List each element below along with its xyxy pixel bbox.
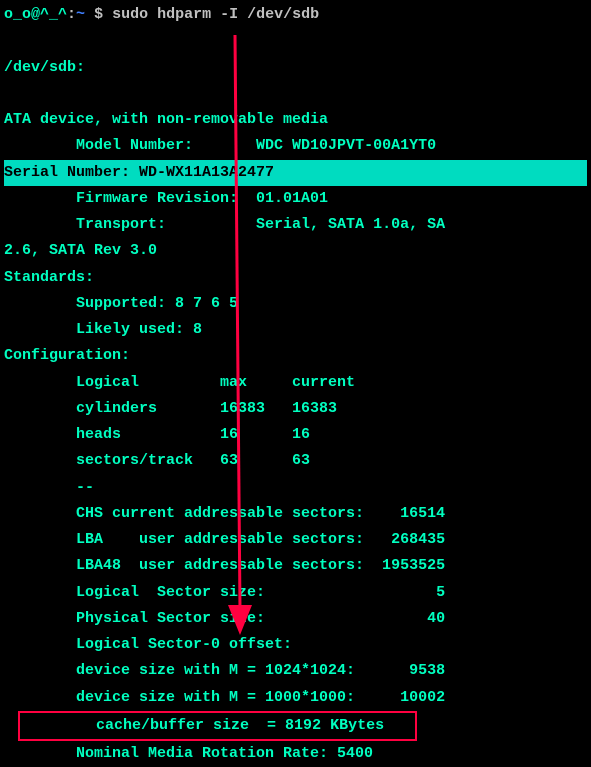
rotation-line: Nominal Media Rotation Rate: 5400 <box>4 741 587 767</box>
device-path: /dev/sdb: <box>4 55 587 81</box>
terminal-prompt-line: o_o@^_^:~ $ sudo hdparm -I /dev/sdb <box>4 2 587 28</box>
command-text: sudo hdparm -I /dev/sdb <box>112 6 319 23</box>
supported-line: Supported: 8 7 6 5 <box>4 291 587 317</box>
separator: : <box>67 6 76 23</box>
model-line: Model Number: WDC WD10JPVT-00A1YT0 <box>4 133 587 159</box>
firmware-line: Firmware Revision: 01.01A01 <box>4 186 587 212</box>
blank-line <box>4 81 587 107</box>
lba-line: LBA user addressable sectors: 268435 <box>4 527 587 553</box>
cwd-path: ~ <box>76 6 85 23</box>
likely-line: Likely used: 8 <box>4 317 587 343</box>
serial-number-highlighted: Serial Number: WD-WX11A13A2477 <box>4 160 587 186</box>
user-host: o_o@^_^ <box>4 6 67 23</box>
cache-buffer-box: cache/buffer size = 8192 KBytes <box>18 711 417 741</box>
sectors-track-line: sectors/track 63 63 <box>4 448 587 474</box>
standards-header: Standards: <box>4 265 587 291</box>
cylinders-line: cylinders 16383 16383 <box>4 396 587 422</box>
cache-buffer-line: cache/buffer size = 8192 KBytes <box>4 711 587 741</box>
prompt-marker: $ <box>85 6 112 23</box>
lba48-line: LBA48 user addressable sectors: 1953525 <box>4 553 587 579</box>
device-type: ATA device, with non-removable media <box>4 107 587 133</box>
heads-line: heads 16 16 <box>4 422 587 448</box>
logical-header: Logical max current <box>4 370 587 396</box>
chs-line: CHS current addressable sectors: 16514 <box>4 501 587 527</box>
blank-line <box>4 28 587 54</box>
device-size-1024-line: device size with M = 1024*1024: 9538 <box>4 658 587 684</box>
logical-offset-line: Logical Sector-0 offset: <box>4 632 587 658</box>
dashes-line: -- <box>4 475 587 501</box>
config-header: Configuration: <box>4 343 587 369</box>
physical-sector-line: Physical Sector size: 40 <box>4 606 587 632</box>
transport-line: Transport: Serial, SATA 1.0a, SA <box>4 212 587 238</box>
transport-cont: 2.6, SATA Rev 3.0 <box>4 238 587 264</box>
logical-sector-line: Logical Sector size: 5 <box>4 580 587 606</box>
